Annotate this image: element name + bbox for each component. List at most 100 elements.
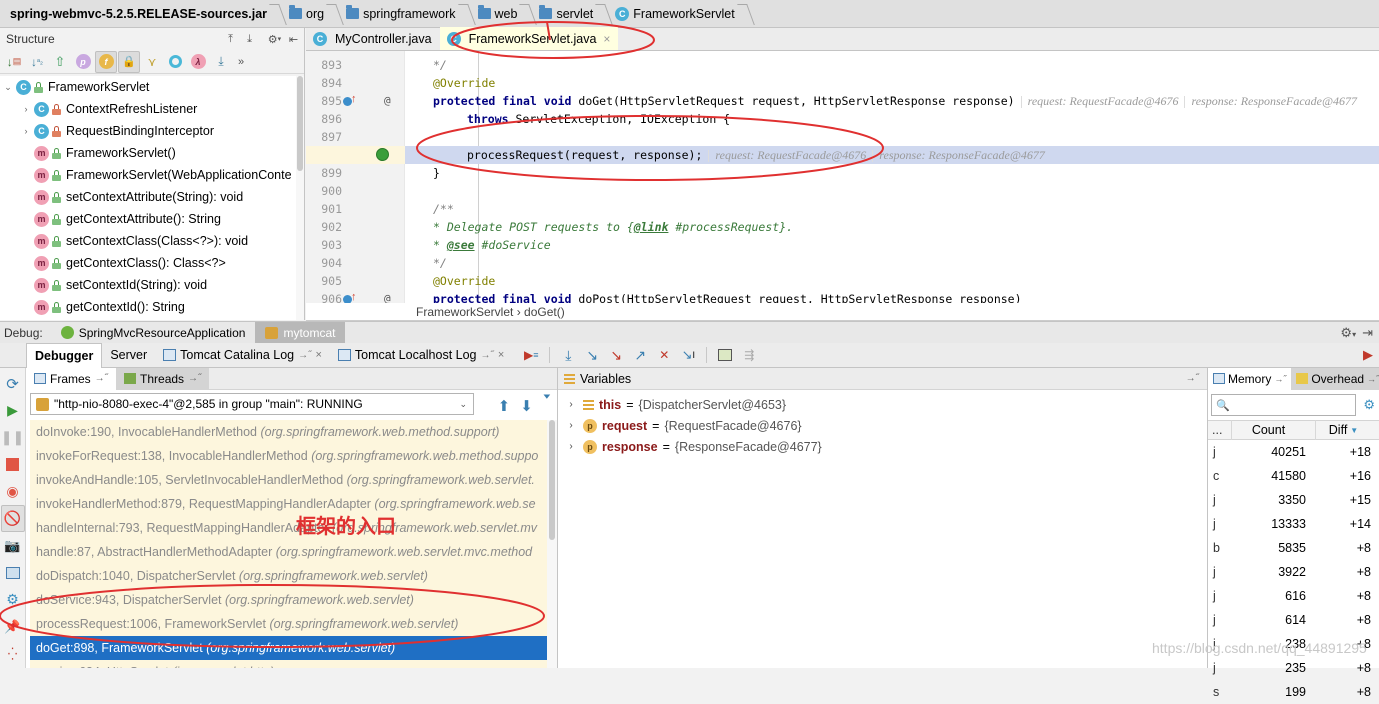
- trace-icon[interactable]: ⇶: [738, 344, 760, 366]
- memory-table-row[interactable]: b 5835 +8: [1208, 536, 1379, 560]
- pin-icon[interactable]: →˝: [95, 373, 108, 384]
- stack-frame-row[interactable]: doDispatch:1040, DispatcherServlet (org.…: [30, 564, 547, 588]
- hide-icon[interactable]: ⇥: [1362, 325, 1373, 341]
- memory-search-box[interactable]: 🔍: [1211, 394, 1357, 416]
- breadcrumb-item-springframework[interactable]: springframework: [342, 0, 461, 28]
- stack-frame-row[interactable]: invokeHandlerMethod:879, RequestMappingH…: [30, 492, 547, 516]
- memory-table-row[interactable]: j 616 +8: [1208, 584, 1379, 608]
- code-line[interactable]: */: [405, 56, 1379, 74]
- memory-table-row[interactable]: j 13333 +14: [1208, 512, 1379, 536]
- code-line[interactable]: processRequest(request, response); reques…: [405, 146, 1379, 164]
- structure-tree-item[interactable]: m setContextClass(Class<?>): void: [0, 230, 296, 252]
- chevron-icon[interactable]: ›: [18, 126, 34, 136]
- tab-threads[interactable]: Threads →˝: [116, 367, 210, 390]
- stack-frame-row[interactable]: processRequest:1006, FrameworkServlet (o…: [30, 612, 547, 636]
- memory-table-row[interactable]: j 614 +8: [1208, 608, 1379, 632]
- code-line[interactable]: @Override: [405, 74, 1379, 92]
- pin-icon[interactable]: →˝: [188, 373, 201, 384]
- snapshot-icon[interactable]: 📷: [1, 532, 25, 559]
- rerun-icon[interactable]: ⟳: [1, 370, 25, 397]
- column-header-diff[interactable]: Diff: [1329, 423, 1348, 437]
- step-over-icon[interactable]: ⤓: [557, 344, 579, 366]
- structure-tree-item[interactable]: m getContextId(): String: [0, 296, 296, 318]
- sort-by-visibility-icon[interactable]: ↓ ▤: [3, 51, 25, 73]
- variable-row[interactable]: › this = {DispatcherServlet@4653}: [558, 394, 1207, 415]
- structure-tree[interactable]: ⌄ C FrameworkServlet › C ContextRefreshListen…: [0, 76, 296, 320]
- breadcrumb-item-org[interactable]: org: [285, 0, 330, 28]
- tab-frames[interactable]: Frames →˝: [26, 367, 117, 390]
- chevron-icon[interactable]: ›: [18, 104, 34, 114]
- show-non-public-icon[interactable]: 🔒: [118, 50, 140, 73]
- move-up-icon[interactable]: ⬆: [498, 397, 511, 415]
- show-lambdas-icon[interactable]: λ: [187, 51, 209, 73]
- gear-icon[interactable]: ⚙: [1359, 397, 1379, 413]
- variable-row[interactable]: › p request = {RequestFacade@4676}: [558, 415, 1207, 436]
- breakpoint-hit-icon[interactable]: [376, 148, 389, 161]
- frames-scrollbar[interactable]: [547, 420, 557, 668]
- pin-icon[interactable]: →˝: [1274, 374, 1286, 384]
- pause-program-icon[interactable]: ❚❚: [1, 424, 25, 451]
- tab-tomcat-catalina-log[interactable]: Tomcat Catalina Log →˝ ×: [155, 343, 330, 368]
- autoscroll-icon[interactable]: ⤓: [210, 51, 232, 73]
- view-breakpoints-icon[interactable]: ◉: [1, 478, 25, 505]
- tab-server[interactable]: Server: [102, 343, 155, 368]
- column-header-class[interactable]: ...: [1208, 420, 1232, 440]
- pin-icon[interactable]: →˝: [1367, 374, 1379, 384]
- expand-all-icon[interactable]: ⤒: [222, 31, 239, 48]
- show-anonymous-icon[interactable]: ⋎: [141, 51, 163, 73]
- chevron-down-icon[interactable]: ⌄: [459, 399, 467, 410]
- structure-scrollbar[interactable]: [296, 76, 304, 320]
- code-line[interactable]: * @see #doService: [405, 236, 1379, 254]
- stack-frame-row[interactable]: doService:943, DispatcherServlet (org.sp…: [30, 588, 547, 612]
- structure-tree-item[interactable]: m getContextClass(): Class<?>: [0, 252, 296, 274]
- stack-frames-list[interactable]: doInvoke:190, InvocableHandlerMethod (or…: [30, 420, 547, 668]
- structure-tree-item[interactable]: ⌄ C FrameworkServlet: [0, 76, 296, 98]
- tab-frameworkservlet[interactable]: C FrameworkServlet.java ×: [439, 27, 619, 50]
- code-editor[interactable]: 893 */894 @Override 895 ↑ @ protected final vo…: [306, 51, 1379, 303]
- pin-icon[interactable]: 📌: [1, 613, 25, 640]
- resume-program-icon[interactable]: ▶: [1, 397, 25, 424]
- code-line[interactable]: protected final void doPost(HttpServletR…: [405, 290, 1379, 303]
- annotation-gutter-icon[interactable]: @: [384, 290, 391, 303]
- code-line[interactable]: protected final void doGet(HttpServletRe…: [405, 92, 1379, 110]
- structure-tree-item[interactable]: m setContextAttribute(String): void: [0, 186, 296, 208]
- structure-tree-item[interactable]: m FrameworkServlet(WebApplicationConte: [0, 164, 296, 186]
- thread-selector[interactable]: "http-nio-8080-exec-4"@2,585 in group "m…: [30, 393, 474, 415]
- memory-table-body[interactable]: j 40251 +18 c 41580 +16 j 3350 +15 j 13333 +14 b 5835…: [1208, 440, 1379, 704]
- structure-tree-item[interactable]: m setContextId(String): void: [0, 274, 296, 296]
- search-input[interactable]: [1232, 397, 1356, 413]
- more-icon[interactable]: »: [233, 51, 249, 73]
- structure-tree-item[interactable]: › C RequestBindingInterceptor: [0, 120, 296, 142]
- tab-overhead[interactable]: Overhead →˝: [1291, 367, 1379, 390]
- stop-icon[interactable]: [1, 451, 25, 478]
- overriding-method-icon[interactable]: ↑: [343, 94, 357, 106]
- show-fields-icon[interactable]: f: [95, 50, 117, 73]
- breadcrumb-item-jar[interactable]: spring-webmvc-5.2.5.RELEASE-sources.jar: [6, 0, 273, 28]
- pin-icon[interactable]: →˝: [1186, 373, 1199, 384]
- run-config-springmvcresourceapplication[interactable]: SpringMvcResourceApplication: [51, 322, 256, 344]
- show-inherited-icon[interactable]: ⇧: [49, 51, 71, 73]
- memory-table-row[interactable]: j 3350 +15: [1208, 488, 1379, 512]
- variable-row[interactable]: › p response = {ResponseFacade@4677}: [558, 436, 1207, 457]
- overriding-method-icon[interactable]: ↑: [343, 292, 357, 303]
- column-header-count[interactable]: Count: [1232, 420, 1316, 440]
- stack-frame-row[interactable]: handleInternal:793, RequestMappingHandle…: [30, 516, 547, 540]
- layout-icon[interactable]: [1, 559, 25, 586]
- tab-mycontroller[interactable]: C MyController.java: [306, 27, 440, 50]
- tab-tomcat-localhost-log[interactable]: Tomcat Localhost Log →˝ ×: [330, 343, 512, 368]
- stack-frame-row[interactable]: doGet:898, FrameworkServlet (org.springf…: [30, 636, 547, 660]
- stack-frame-row[interactable]: doInvoke:190, InvocableHandlerMethod (or…: [30, 420, 547, 444]
- pin-icon[interactable]: →˝: [481, 350, 494, 361]
- hide-icon[interactable]: ⇤: [285, 31, 302, 48]
- annotation-gutter-icon[interactable]: @: [384, 92, 391, 110]
- chevron-right-icon[interactable]: ›: [564, 399, 578, 410]
- memory-table-row[interactable]: j 3922 +8: [1208, 560, 1379, 584]
- collapse-all-icon[interactable]: ⤓: [241, 31, 258, 48]
- breadcrumb-item-class[interactable]: C FrameworkServlet: [611, 0, 740, 28]
- step-out-icon[interactable]: ↗: [629, 344, 651, 366]
- stack-frame-row[interactable]: invokeForRequest:138, InvocableHandlerMe…: [30, 444, 547, 468]
- code-line[interactable]: }: [405, 164, 1379, 182]
- structure-tree-item[interactable]: m getContextAttribute(): String: [0, 208, 296, 230]
- gear-icon[interactable]: ⚙▾: [1340, 325, 1356, 341]
- step-into-icon[interactable]: ↘: [581, 344, 603, 366]
